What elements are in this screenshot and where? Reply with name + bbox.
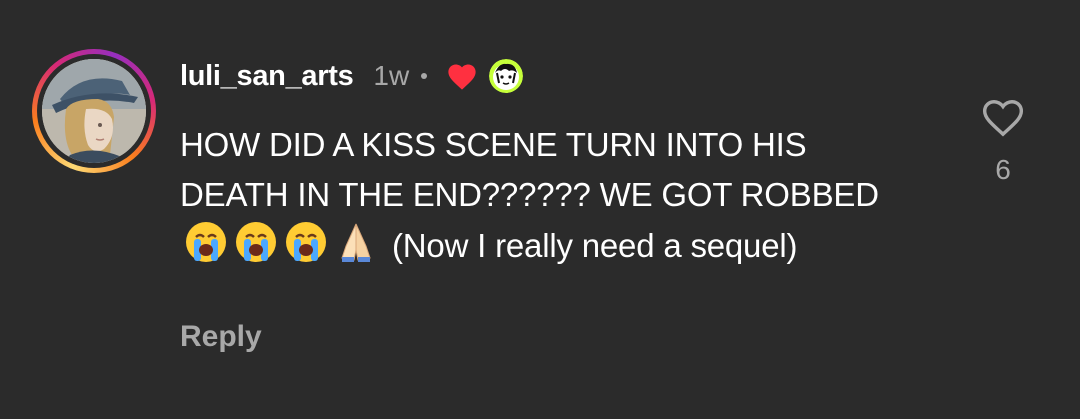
avatar-illustration [42, 59, 146, 163]
crying-face-emoji-icon [186, 222, 226, 262]
avatar[interactable] [42, 59, 146, 163]
comment-item: luli_san_arts 1w HOW DID A KISS SCENE TU… [0, 0, 1080, 419]
crying-face-emoji-icon [236, 222, 276, 262]
creator-avatar [489, 59, 524, 93]
comment-text-tail: (Now I really need a sequel) [392, 227, 798, 264]
comment-header: luli_san_arts 1w [180, 58, 524, 94]
like-count: 6 [995, 154, 1011, 185]
emoji-group [184, 220, 378, 264]
timestamp: 1w [373, 60, 410, 91]
comment-text-main: HOW DID A KISS SCENE TURN INTO HIS DEATH… [180, 126, 879, 213]
username[interactable]: luli_san_arts [180, 60, 354, 93]
crying-face-emoji-icon [286, 222, 326, 262]
heart-outline-icon[interactable] [980, 96, 1026, 138]
folded-hands-emoji-icon [341, 223, 371, 262]
separator-dot [421, 73, 428, 79]
comment-text: HOW DID A KISS SCENE TURN INTO HIS DEATH… [180, 120, 920, 271]
like-area: 6 [975, 96, 1031, 186]
reply-button[interactable]: Reply [180, 320, 262, 354]
heart-filled-icon [445, 61, 479, 91]
story-ring[interactable] [32, 49, 156, 173]
